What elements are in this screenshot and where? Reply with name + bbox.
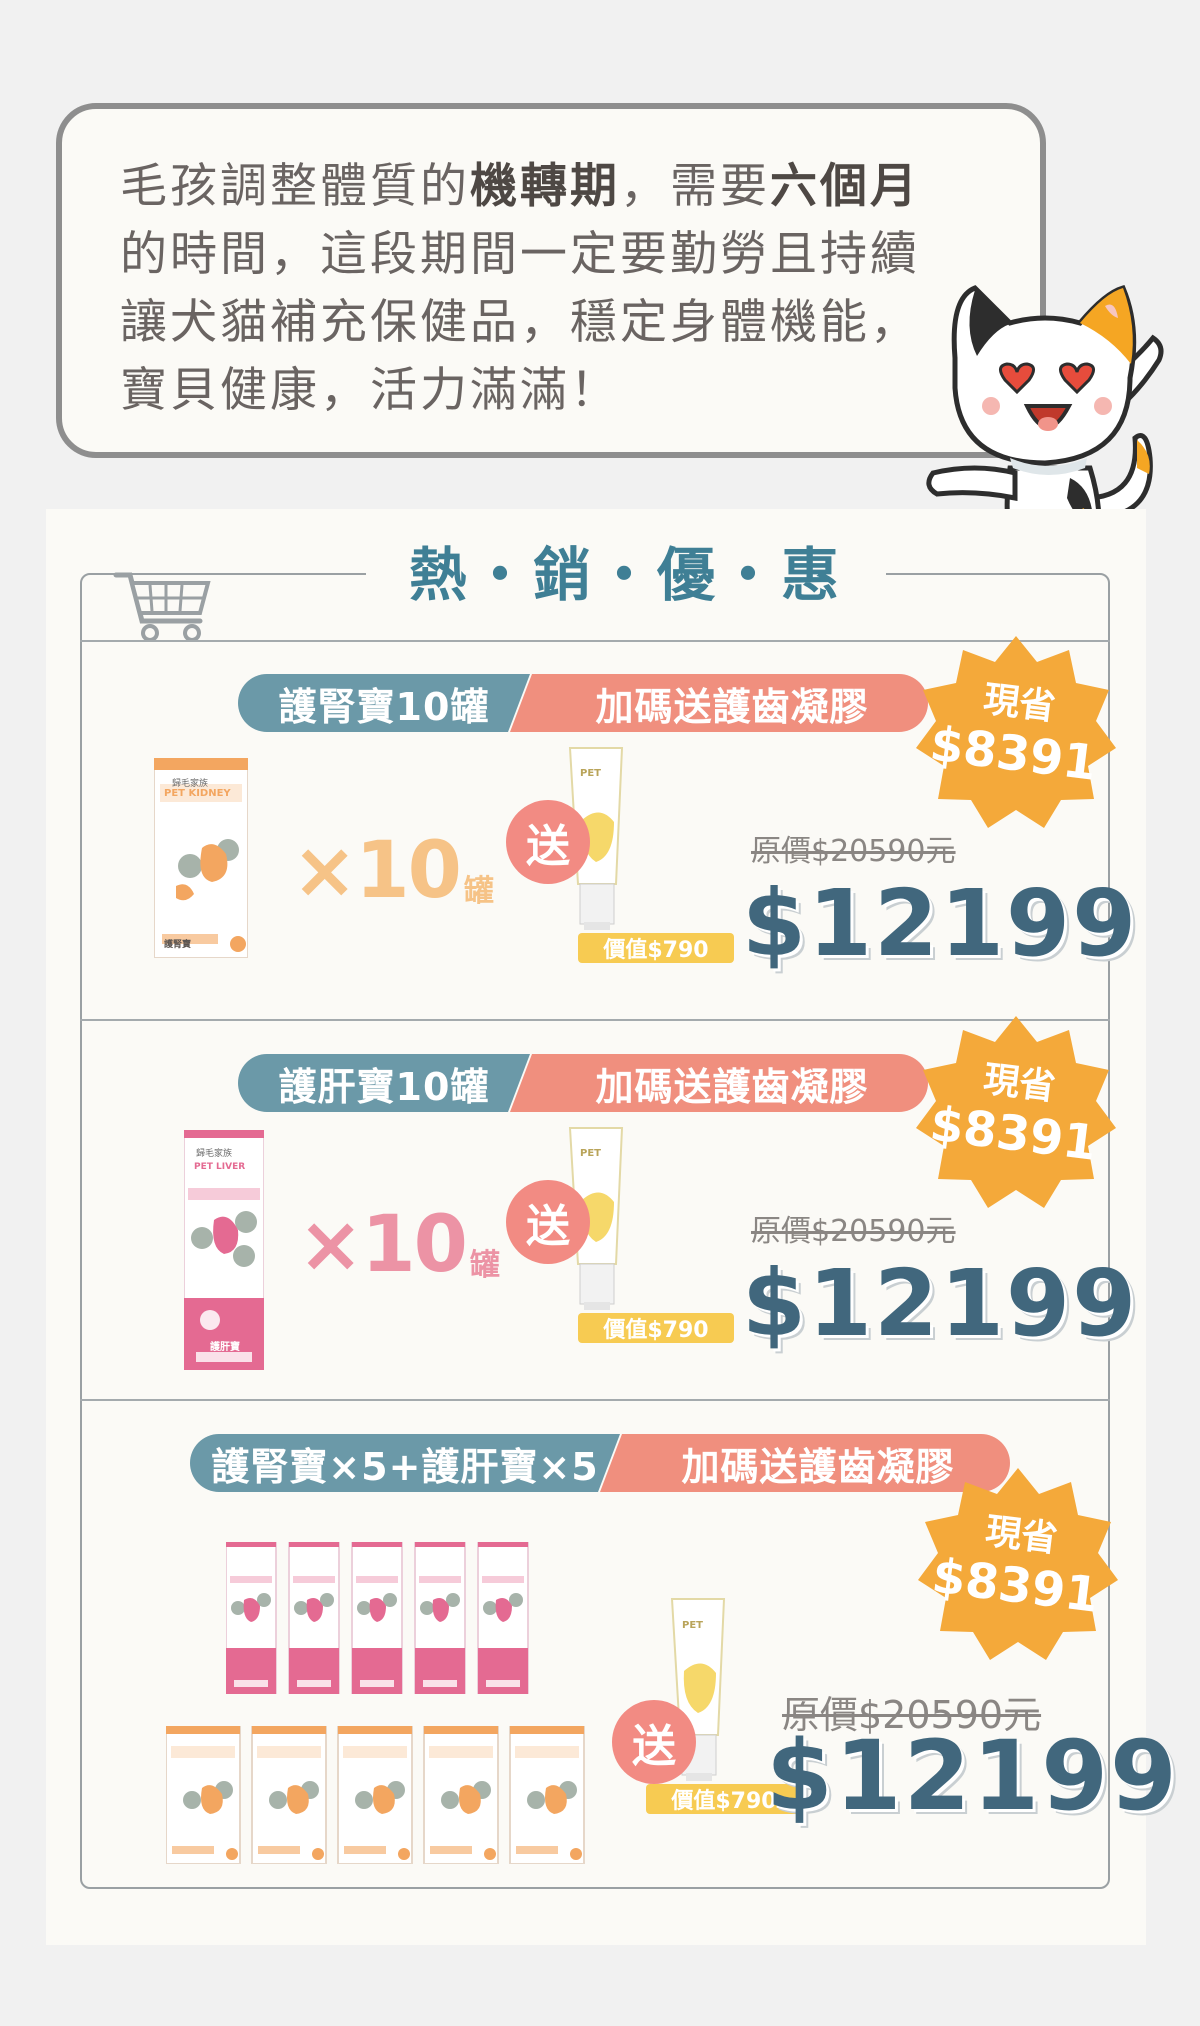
quantity-multiplier: ×10 罐	[292, 826, 494, 916]
original-price: 原價$20590元	[751, 1214, 956, 1249]
intro-speech-box: 毛孩調整體質的機轉期，需要六個月 的時間，這段期間一定要勤勞且持續 讓犬貓補充保…	[56, 103, 1046, 458]
offer-title-pill: 護肝寶10罐 加碼送護齒凝膠	[238, 1054, 928, 1112]
original-price: 原價$20590元	[751, 834, 956, 869]
savings-badge-amount: $8391	[929, 1547, 1102, 1624]
tube-label: PET	[580, 768, 601, 779]
offer-card-combo[interactable]: 護腎寶×5+護肝寶×5 加碼送護齒凝膠 現省 $8391 PET 送 價值$79…	[80, 1400, 1177, 1890]
savings-badge-amount: $8391	[927, 1095, 1100, 1172]
quantity-unit: 罐	[463, 874, 494, 909]
box-brand: 歸毛家族	[196, 1149, 233, 1159]
gift-label: 送	[506, 1180, 590, 1264]
gift-label: 送	[612, 1700, 696, 1784]
gift-value-tag: 價值$790	[578, 1313, 734, 1343]
tube-label: PET	[682, 1620, 703, 1631]
offer-product-label: 護腎寶×5+護肝寶×5	[190, 1434, 620, 1492]
promo-panel: 熱・銷・優・惠 護腎寶10罐 加碼送護齒凝膠 現省 $8391 歸毛家族 PET…	[46, 509, 1177, 1945]
offer-bonus-label: 加碼送護齒凝膠	[510, 674, 928, 732]
offer-product-label: 護肝寶10罐	[238, 1054, 530, 1112]
quantity-multiplier: ×10 罐	[298, 1200, 500, 1290]
gift-label: 送	[506, 800, 590, 884]
box-label: 護腎寶	[164, 940, 192, 950]
box-name: PET LIVER	[194, 1162, 246, 1172]
intro-line-4: 寶貝健康，活力滿滿！	[120, 363, 620, 418]
shopping-cart-icon	[113, 572, 211, 642]
intro-line-2: 的時間，這段期間一定要勤勞且持續	[120, 227, 920, 282]
offer-card-kidney[interactable]: 護腎寶10罐 加碼送護齒凝膠 現省 $8391 歸毛家族 PET KIDNEY	[80, 636, 1136, 1020]
intro-emphasis-transition: 機轉期	[470, 159, 620, 214]
offer-bonus-label: 加碼送護齒凝膠	[510, 1054, 928, 1112]
offer-title-pill: 護腎寶10罐 加碼送護齒凝膠	[238, 674, 928, 732]
sale-price: $12199	[742, 870, 1139, 977]
intro-line-3: 讓犬貓補充保健品，穩定身體機能，	[120, 295, 920, 350]
offer-title-pill: 護腎寶×5+護肝寶×5 加碼送護齒凝膠	[190, 1434, 1010, 1492]
section-title: 熱・銷・優・惠	[366, 529, 886, 621]
offer-card-liver[interactable]: 護肝寶10罐 加碼送護齒凝膠 現省 $8391 歸毛家族 PET LIVER 護…	[80, 1016, 1136, 1400]
sale-price: $12199	[766, 1720, 1179, 1832]
intro-emphasis-months: 六個月	[770, 159, 920, 214]
savings-badge-amount: $8391	[927, 715, 1100, 792]
liver-boxes-row	[226, 1542, 529, 1694]
offer-product-label: 護腎寶10罐	[238, 674, 530, 732]
gift-value-tag: 價值$790	[578, 933, 734, 963]
intro-line-1: 毛孩調整體質的機轉期，需要六個月	[120, 159, 920, 214]
box-name: PET KIDNEY	[164, 788, 231, 799]
tube-label: PET	[580, 1148, 601, 1159]
kidney-boxes-row	[166, 1726, 585, 1864]
quantity-unit: 罐	[469, 1248, 500, 1283]
sale-price: $12199	[742, 1250, 1139, 1357]
box-label: 護肝寶	[210, 1342, 240, 1353]
